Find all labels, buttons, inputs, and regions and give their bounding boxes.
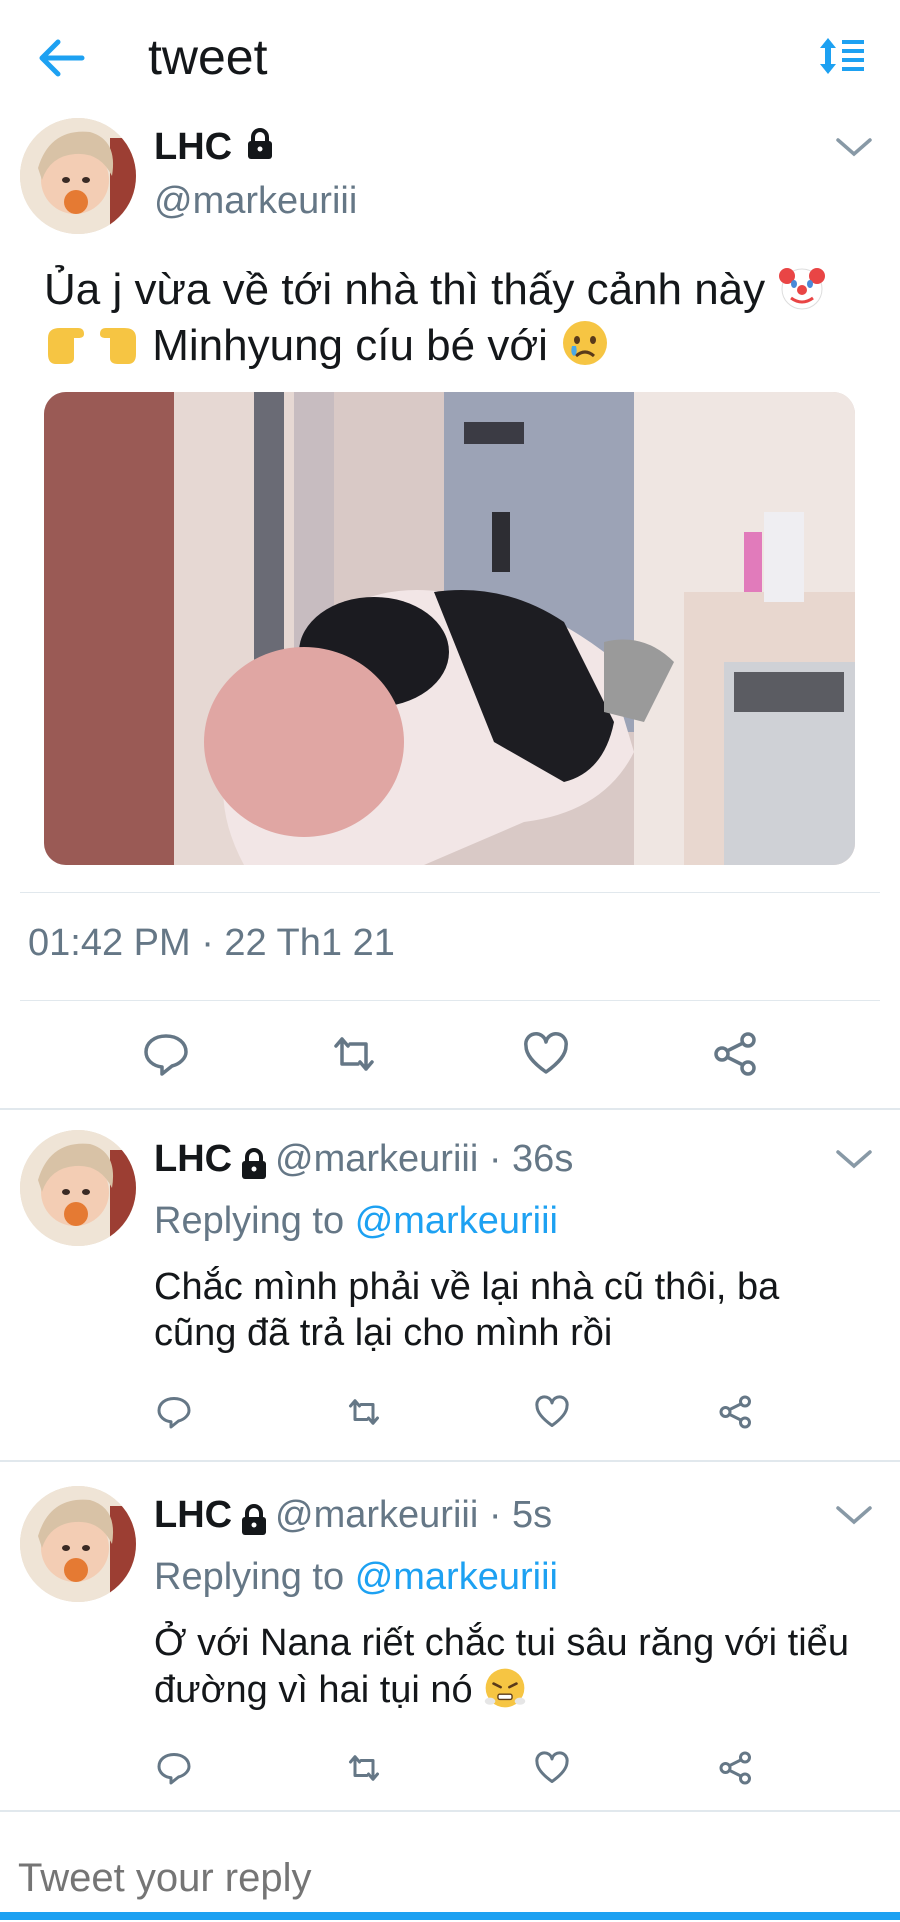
chevron-down-icon[interactable] [834,1502,874,1528]
tweet-text: Ủa j vừa về tới nhà thì thấy cảnh này Mi… [44,262,864,374]
author-handle-time: @markeuriii · 5s [275,1494,553,1536]
divider [20,892,880,893]
share-icon[interactable] [712,1030,760,1078]
lock-icon [237,1503,271,1542]
tweet-text-line1: Ủa j vừa về tới nhà thì thấy cảnh này [44,265,766,314]
retweet-icon[interactable] [330,1030,378,1078]
reply-icon[interactable] [156,1750,192,1786]
avatar[interactable] [20,118,136,234]
divider [0,1460,900,1462]
replying-to-label: Replying to [154,1200,345,1242]
crying-face-emoji [560,318,610,368]
avatar[interactable] [20,1486,136,1602]
lock-icon [237,1147,271,1186]
author-name[interactable]: LHC [154,126,277,171]
share-icon[interactable] [718,1394,754,1430]
replying-to-link[interactable]: @markeuriii [355,1556,558,1598]
chevron-down-icon[interactable] [834,134,874,160]
like-icon[interactable] [534,1750,570,1786]
retweet-icon[interactable] [346,1394,382,1430]
tweet-photo[interactable] [44,392,855,865]
reply-icon[interactable] [142,1030,190,1078]
author-name-text: LHC [154,126,233,168]
pointing-hands-emoji [44,318,140,368]
face-with-steam-emoji [483,1666,527,1710]
reply-text-line2: cũng đã trả lại cho mình rồi [154,1312,613,1354]
reply-input-underline [0,1912,900,1920]
reply-text-line1: Chắc mình phải về lại nhà cũ thôi, ba [154,1266,780,1308]
author-name[interactable]: LHC [154,1494,232,1536]
replying-to-label: Replying to [154,1556,345,1598]
reply-text: Chắc mình phải về lại nhà cũ thôi, ba cũ… [154,1264,894,1356]
retweet-icon[interactable] [346,1750,382,1786]
reply-text-line2: đường vì hai tụi nó [154,1669,473,1711]
clown-face-emoji [777,262,827,312]
share-icon[interactable] [718,1750,754,1786]
reply-icon[interactable] [156,1394,192,1430]
replying-to: Replying to @markeuriii [154,1556,558,1599]
author-name[interactable]: LHC [154,1138,232,1180]
author-handle-time: @markeuriii · 36s [275,1138,574,1180]
chevron-down-icon[interactable] [834,1146,874,1172]
reply-text: Ở với Nana riết chắc tui sâu răng với ti… [154,1620,894,1713]
divider [0,1108,900,1110]
lock-icon [243,127,277,171]
replying-to: Replying to @markeuriii [154,1200,558,1243]
avatar[interactable] [20,1130,136,1246]
replying-to-link[interactable]: @markeuriii [355,1200,558,1242]
sort-list-icon[interactable] [818,36,868,76]
like-icon[interactable] [534,1394,570,1430]
like-icon[interactable] [522,1030,570,1078]
divider [20,1000,880,1001]
author-handle[interactable]: @markeuriii [154,180,357,223]
reply-header: LHC @markeuriii · 5s [154,1494,552,1542]
arrow-left-icon[interactable] [38,38,88,78]
reply-text-line1: Ở với Nana riết chắc tui sâu răng với ti… [154,1622,849,1664]
reply-header: LHC @markeuriii · 36s [154,1138,573,1186]
page-title: tweet [148,29,268,85]
reply-input[interactable] [16,1855,880,1902]
top-bar [0,0,900,115]
tweet-text-line2: Minhyung cíu bé với [152,321,548,370]
tweet-timestamp: 01:42 PM · 22 Th1 21 [28,922,395,964]
